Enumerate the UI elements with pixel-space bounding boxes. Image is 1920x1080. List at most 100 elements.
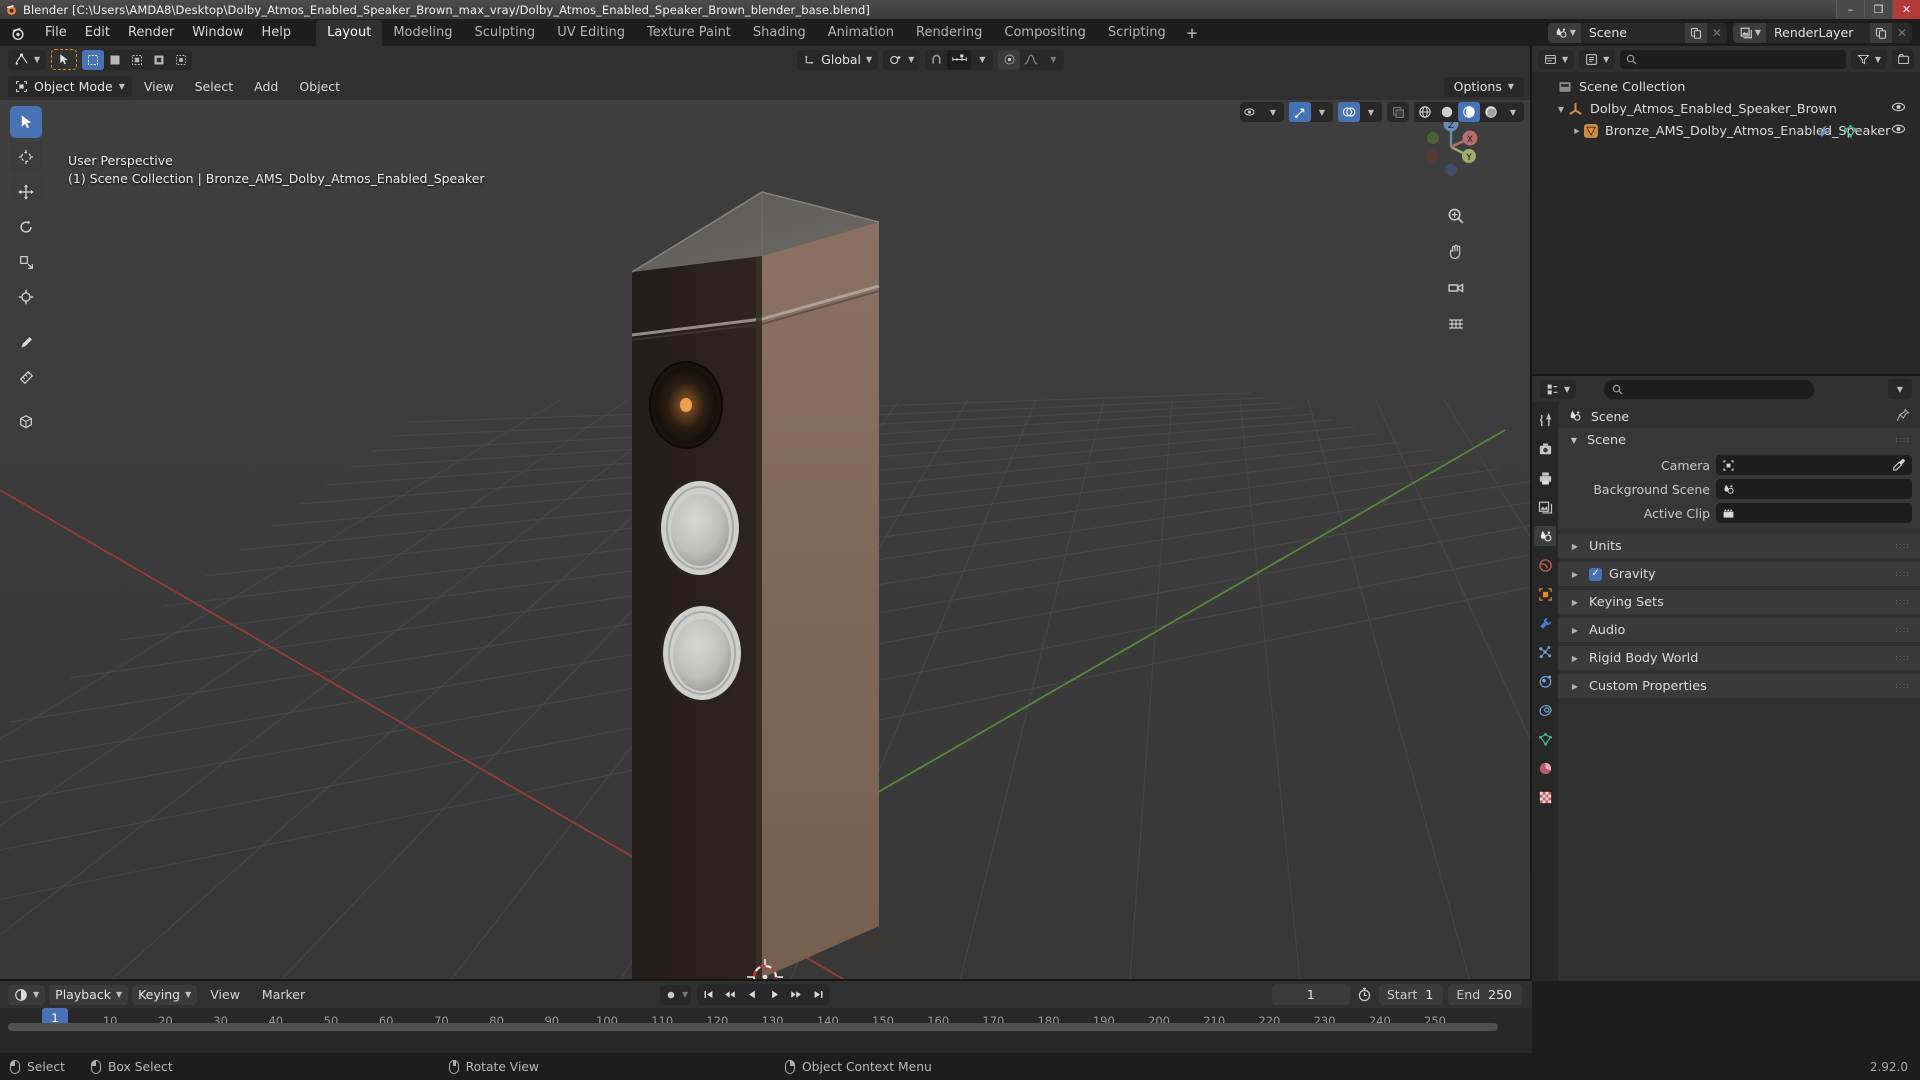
select-invert-button[interactable] <box>148 50 170 70</box>
menu-window[interactable]: Window <box>183 22 252 43</box>
material-preview-shading-icon[interactable] <box>1458 102 1480 122</box>
tool-add-cube[interactable] <box>10 406 42 438</box>
menu-render[interactable]: Render <box>119 22 183 43</box>
tab-scripting[interactable]: Scripting <box>1097 20 1177 46</box>
remove-view-layer-button[interactable]: ✕ <box>1892 23 1912 43</box>
scene-selector[interactable]: ▼ Scene ✕ <box>1547 22 1727 43</box>
outliner-row-object-empty[interactable]: ▼ Dolby_Atmos_Enabled_Speaker_Brown <box>1532 98 1920 120</box>
view-layer-name-text[interactable]: RenderLayer <box>1766 22 1870 43</box>
view-layer-selector[interactable]: ▼ RenderLayer ✕ <box>1732 22 1912 43</box>
timeline-menu-view[interactable]: View <box>201 984 249 1005</box>
end-frame-field[interactable]: End 250 <box>1448 984 1522 1005</box>
auto-keying-toggle[interactable]: ▼ <box>660 984 692 1005</box>
outliner-editor-type-selector[interactable]: ▼ <box>1538 49 1575 69</box>
select-mode-group[interactable] <box>82 49 193 70</box>
gravity-panel-header[interactable]: ▶ ✓ Gravity :::: <box>1558 562 1920 586</box>
new-view-layer-button[interactable] <box>1870 22 1892 43</box>
chevron-down-icon[interactable]: ▼ <box>1311 102 1333 122</box>
keying-sets-panel-header[interactable]: ▶ Keying Sets :::: <box>1558 590 1920 614</box>
properties-tab-tool[interactable] <box>1534 410 1556 430</box>
pan-hand-icon[interactable] <box>1444 240 1468 264</box>
hide-in-viewport-icon[interactable] <box>1891 101 1906 117</box>
zoom-icon[interactable] <box>1444 204 1468 228</box>
tool-rotate[interactable] <box>10 211 42 243</box>
expand-triangle-icon[interactable]: ▶ <box>1570 127 1584 135</box>
properties-tab-view-layer[interactable] <box>1534 497 1556 517</box>
timeline-horizontal-scrollbar[interactable] <box>8 1023 1498 1031</box>
tool-measure[interactable] <box>10 361 42 393</box>
outliner-filter-button[interactable]: ▼ <box>1850 49 1887 69</box>
timeline-ruler[interactable]: 1 10 20 30 40 50 60 70 80 90 100 110 120 130 140 150 16… <box>0 1008 1532 1035</box>
gravity-checkbox[interactable]: ✓ <box>1589 567 1602 581</box>
gizmo-icon[interactable] <box>1289 102 1311 122</box>
outliner-row-mesh-object[interactable]: ▶ Bronze_AMS_Dolby_Atmos_Enabled_Speaker <box>1532 120 1920 142</box>
outliner-editor[interactable]: ▼ ▼ ▼ Scene Collection ▼ Dolby_Atmos_Ena… <box>1532 46 1920 376</box>
properties-options-chevron-icon[interactable]: ▼ <box>1888 379 1912 399</box>
menu-help[interactable]: Help <box>253 22 301 43</box>
properties-search-input[interactable] <box>1604 379 1815 399</box>
timeline-menu-marker[interactable]: Marker <box>253 984 314 1005</box>
custom-properties-panel-header[interactable]: ▶ Custom Properties :::: <box>1558 674 1920 698</box>
shading-mode-group[interactable]: ▼ <box>1414 102 1524 122</box>
tool-scale[interactable] <box>10 246 42 278</box>
scene-icon[interactable]: ▼ <box>1547 22 1581 43</box>
scene-panel-header[interactable]: ▼ Scene :::: <box>1558 428 1920 452</box>
visibility-icon[interactable] <box>1240 102 1262 122</box>
properties-tab-render[interactable] <box>1534 439 1556 459</box>
tab-uv-editing[interactable]: UV Editing <box>546 20 636 46</box>
properties-tab-scene[interactable] <box>1534 526 1556 546</box>
properties-tab-material[interactable] <box>1534 758 1556 778</box>
close-button[interactable]: ✕ <box>1892 0 1920 19</box>
camera-field[interactable] <box>1716 455 1912 475</box>
expand-triangle-icon[interactable]: ▶ <box>1568 598 1582 607</box>
properties-tab-constraints[interactable] <box>1534 700 1556 720</box>
properties-tab-particles[interactable] <box>1534 642 1556 662</box>
proportional-edit-group[interactable]: ▼ <box>998 49 1065 70</box>
tool-cursor[interactable] <box>10 141 42 173</box>
outliner-display-mode-selector[interactable]: ▼ <box>1579 49 1616 69</box>
audio-panel-header[interactable]: ▶ Audio :::: <box>1558 618 1920 642</box>
collapse-triangle-icon[interactable]: ▼ <box>1568 436 1580 445</box>
tab-modeling[interactable]: Modeling <box>382 20 463 46</box>
play-reverse-button[interactable] <box>741 984 763 1005</box>
snapping-group[interactable]: ▼ <box>925 49 994 70</box>
keying-dropdown[interactable]: Keying ▼ <box>132 984 198 1005</box>
falloff-curve-icon[interactable] <box>1020 50 1042 70</box>
scene-name-text[interactable]: Scene <box>1580 22 1685 43</box>
tool-transform[interactable] <box>10 281 42 313</box>
tool-annotate[interactable] <box>10 326 42 358</box>
previous-keyframe-button[interactable] <box>719 984 741 1005</box>
object-mode-dropdown[interactable]: Object Mode ▼ <box>8 76 132 97</box>
viewport-canvas[interactable]: User Perspective (1) Scene Collection | … <box>0 100 1532 981</box>
tab-shading[interactable]: Shading <box>742 20 817 46</box>
timeline-editor-type-selector[interactable]: ▼ <box>8 984 46 1005</box>
outliner-row-scene-collection[interactable]: Scene Collection <box>1532 76 1920 98</box>
playback-dropdown[interactable]: Playback ▼ <box>49 984 129 1005</box>
properties-search-field[interactable] <box>1629 382 1807 396</box>
wireframe-shading-icon[interactable] <box>1414 102 1436 122</box>
menu-edit[interactable]: Edit <box>76 22 119 43</box>
properties-editor-type-selector[interactable]: ▼ <box>1540 379 1577 399</box>
start-frame-field[interactable]: Start 1 <box>1378 984 1444 1005</box>
overlays-icon[interactable] <box>1338 102 1360 122</box>
options-dropdown[interactable]: Options ▼ <box>1443 76 1524 97</box>
properties-editor[interactable]: ▼ ▼ Scene ▼ Scene:::: Camera Background… <box>1532 376 1920 981</box>
eyedropper-icon[interactable] <box>1892 458 1906 472</box>
expand-triangle-icon[interactable]: ▶ <box>1568 570 1582 579</box>
expand-triangle-icon[interactable]: ▶ <box>1568 626 1582 635</box>
outliner-new-collection-button[interactable] <box>1892 49 1914 69</box>
expand-triangle-icon[interactable]: ▶ <box>1568 542 1582 551</box>
viewport-menu-object[interactable]: Object <box>290 76 349 97</box>
view-layer-icon[interactable]: ▼ <box>1732 22 1766 43</box>
timer-icon[interactable] <box>1357 987 1372 1002</box>
solid-shading-icon[interactable] <box>1436 102 1458 122</box>
select-extend-button[interactable] <box>104 50 126 70</box>
properties-tab-object[interactable] <box>1534 584 1556 604</box>
tool-move[interactable] <box>10 176 42 208</box>
transform-orientation-dropdown[interactable]: Global ▼ <box>797 49 879 70</box>
modifier-wrench-icon[interactable] <box>1817 124 1832 139</box>
minimize-button[interactable]: – <box>1836 0 1864 19</box>
blender-logo-icon[interactable] <box>8 23 28 43</box>
hide-in-viewport-icon[interactable] <box>1891 123 1906 139</box>
viewport-menu-select[interactable]: Select <box>186 76 243 97</box>
